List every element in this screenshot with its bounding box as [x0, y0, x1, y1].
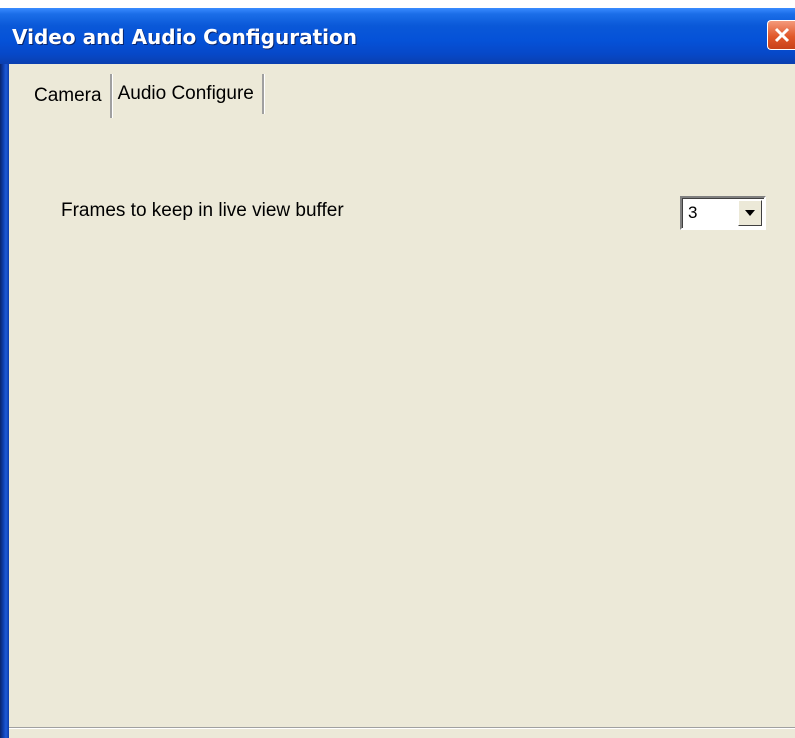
window-left-border	[0, 64, 9, 738]
buffer-frames-label: Frames to keep in live view buffer	[61, 200, 344, 221]
tab-audio-configure[interactable]: Audio Configure	[112, 74, 264, 114]
tab-camera-label: Camera	[34, 85, 102, 106]
window-title: Video and Audio Configuration	[12, 25, 357, 49]
config-dialog: Video and Audio Configuration Camera Aud…	[0, 8, 795, 738]
title-bar[interactable]: Video and Audio Configuration	[0, 8, 795, 64]
buffer-frames-value: 3	[688, 203, 698, 222]
tab-audio-configure-label: Audio Configure	[117, 83, 254, 104]
panel-bottom-divider	[9, 727, 795, 728]
dropdown-button[interactable]	[738, 200, 762, 226]
close-button[interactable]	[767, 20, 795, 50]
close-icon	[774, 27, 790, 43]
camera-tab-panel: Frames to keep in live view buffer 3	[9, 110, 795, 738]
chevron-down-icon	[745, 210, 755, 216]
buffer-frames-select[interactable]: 3	[680, 196, 766, 230]
